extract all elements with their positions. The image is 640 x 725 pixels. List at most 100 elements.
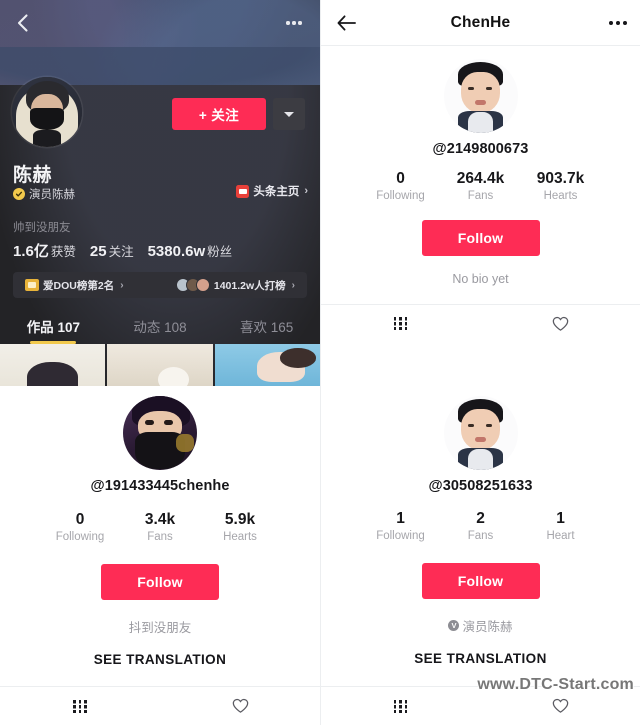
see-translation-button[interactable]: SEE TRANSLATION — [94, 652, 227, 667]
chevron-right-icon: › — [120, 279, 124, 291]
profile-stats: 0 Following 264.4k Fans 903.7k Hearts — [361, 169, 601, 206]
profile-bio: 帅到没朋友 — [13, 222, 71, 234]
stat-following-label: Following — [376, 530, 425, 543]
stat-following[interactable]: 0 Following — [40, 510, 120, 547]
follow-button[interactable]: Follow — [421, 219, 540, 256]
video-thumbnail-strip — [0, 344, 320, 386]
stat-hearts-value: 1 — [556, 510, 565, 527]
profile-stats: 1.6亿 获赞 25 关注 5380.6w 粉丝 — [13, 240, 232, 261]
avatar-image — [443, 59, 518, 133]
stat-fans[interactable]: 3.4k Fans — [120, 510, 200, 547]
profile-cover-image — [0, 0, 320, 98]
left-column: + 关注 陈赫 演员陈赫 头条主页 › 帅到没朋友 1.6亿 获赞 25 关注 … — [0, 0, 320, 725]
stat-following[interactable]: 1 Following — [361, 509, 441, 546]
tab-liked[interactable] — [481, 316, 640, 332]
heart-liked-icon — [552, 316, 569, 331]
stat-hearts[interactable]: 5.9k Hearts — [200, 510, 280, 547]
tiktok-profile-panel-bottom-left: @191433445chenhe 0 Following 3.4k Fans 5… — [0, 386, 320, 685]
follow-button[interactable]: Follow — [421, 562, 540, 599]
stat-hearts-label: Hearts — [223, 531, 257, 544]
stat-likes-value: 1.6亿 — [13, 243, 49, 260]
profile-bio: V 演员陈赫 — [448, 616, 513, 635]
toutiao-app-icon — [236, 184, 250, 198]
profile-block: @30508251633 1 Following 2 Fans 1 Heart — [321, 386, 640, 684]
stat-hearts-label: Hearts — [543, 190, 578, 203]
avatar[interactable] — [443, 396, 518, 470]
chevron-right-icon: › — [291, 279, 295, 291]
stat-fans[interactable]: 5380.6w 粉丝 — [148, 241, 233, 260]
screenshot-root: + 关注 陈赫 演员陈赫 头条主页 › 帅到没朋友 1.6亿 获赞 25 关注 … — [0, 0, 640, 725]
stat-likes-label: 获赞 — [50, 245, 76, 259]
stat-hearts[interactable]: 1 Heart — [521, 509, 601, 546]
tab-posts[interactable] — [321, 317, 481, 331]
stat-fans-label: Fans — [467, 190, 494, 203]
rank-idou-link[interactable]: 爱DOU榜第2名 › — [25, 278, 124, 293]
verified-row: 演员陈赫 — [13, 186, 75, 202]
stat-following-label: Following — [55, 531, 105, 544]
verified-label: 演员陈赫 — [29, 189, 75, 201]
video-thumbnail[interactable] — [107, 344, 213, 386]
heart-liked-icon — [552, 698, 569, 713]
crown-icon — [25, 279, 39, 291]
stat-following-value: 25 — [89, 243, 107, 260]
tab-likes-label: 喜欢 165 — [240, 320, 294, 335]
stat-following-value: 0 — [75, 511, 85, 528]
stat-following-label: 关注 — [108, 245, 134, 259]
see-translation-button[interactable]: SEE TRANSLATION — [414, 651, 547, 666]
stat-fans[interactable]: 264.4k Fans — [441, 169, 521, 206]
profile-bio-text: 演员陈赫 — [462, 619, 513, 634]
fan-avatars-icon — [175, 278, 210, 292]
stat-fans-value: 2 — [476, 510, 485, 527]
more-horizontal-icon[interactable] — [608, 20, 627, 25]
rank-idou-label: 爱DOU榜第2名 — [43, 279, 115, 292]
bottom-tab-bar-right — [320, 686, 640, 725]
back-chevron-icon[interactable] — [9, 10, 35, 36]
profile-bio: No bio yet — [452, 271, 509, 286]
more-horizontal-icon[interactable] — [280, 10, 308, 36]
stat-fans-value: 264.4k — [456, 170, 505, 187]
right-column: ChenHe @2149800673 0 Following 264.4k Fa… — [319, 0, 640, 725]
stat-following[interactable]: 25 关注 — [90, 241, 134, 260]
follow-button[interactable]: + 关注 — [172, 98, 266, 130]
follow-button[interactable]: Follow — [101, 563, 219, 600]
heart-liked-icon — [232, 698, 248, 713]
video-thumbnail[interactable] — [0, 344, 106, 386]
stat-hearts[interactable]: 903.7k Hearts — [521, 169, 601, 206]
avatar-image — [12, 77, 82, 147]
follow-dropdown-button[interactable] — [273, 98, 305, 130]
tab-liked[interactable] — [481, 698, 640, 714]
page-title: ChenHe — [450, 13, 511, 31]
stat-following[interactable]: 0 Following — [361, 169, 441, 206]
video-thumbnail[interactable] — [214, 344, 320, 386]
caret-down-icon — [284, 111, 294, 117]
rank-supporters-link[interactable]: 1401.2w人打榜 › — [175, 278, 295, 293]
profile-handle: @191433445chenhe — [90, 478, 230, 494]
stat-following-label: Following — [376, 190, 425, 203]
profile-block: @2149800673 0 Following 264.4k Fans 903.… — [321, 46, 640, 304]
stat-fans[interactable]: 2 Fans — [441, 509, 521, 546]
stat-likes[interactable]: 1.6亿 获赞 — [13, 240, 76, 261]
profile-content-tabs-top-right — [320, 303, 640, 343]
douyin-profile-panel: + 关注 陈赫 演员陈赫 头条主页 › 帅到没朋友 1.6亿 获赞 25 关注 … — [0, 0, 320, 386]
tab-posts[interactable] — [321, 699, 481, 713]
tab-works[interactable]: 作品 107 — [0, 310, 107, 342]
tab-dynamics[interactable]: 动态 108 — [107, 310, 214, 342]
toutiao-label: 头条主页 — [253, 186, 300, 198]
avatar[interactable] — [123, 396, 197, 470]
tab-posts[interactable] — [0, 699, 160, 713]
stat-hearts-value: 5.9k — [224, 511, 256, 528]
tab-likes[interactable]: 喜欢 165 — [213, 310, 319, 342]
stat-following-value: 0 — [396, 170, 405, 187]
profile-handle: @2149800673 — [432, 141, 529, 157]
stat-following-value: 1 — [396, 510, 405, 527]
profile-block: @191433445chenhe 0 Following 3.4k Fans 5… — [0, 386, 320, 685]
toutiao-homepage-link[interactable]: 头条主页 › — [236, 183, 308, 199]
tab-liked[interactable] — [160, 698, 320, 714]
avatar[interactable] — [443, 59, 518, 133]
profile-stats: 0 Following 3.4k Fans 5.9k Hearts — [40, 510, 280, 547]
back-arrow-icon[interactable] — [335, 11, 359, 35]
chevron-right-icon: › — [304, 185, 308, 197]
rank-supporters-label: 1401.2w人打榜 — [213, 279, 286, 292]
avatar[interactable] — [12, 77, 82, 147]
stat-fans-label: Fans — [147, 531, 173, 544]
